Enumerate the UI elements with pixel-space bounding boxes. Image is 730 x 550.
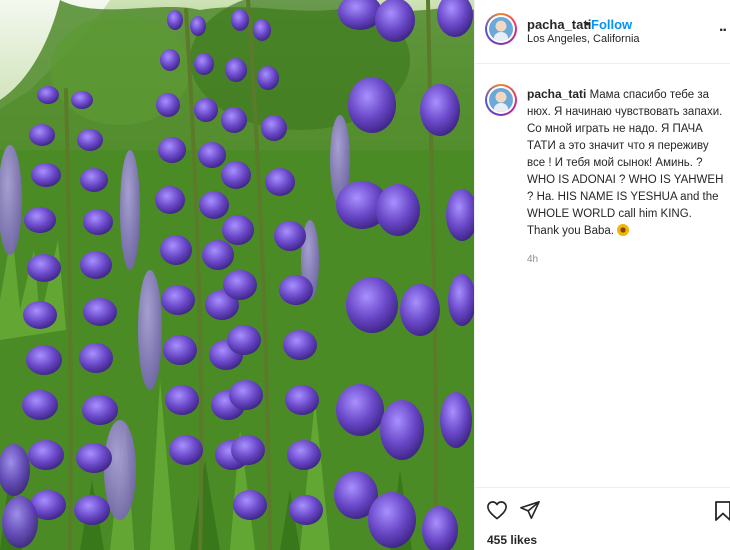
location-link[interactable]: Los Angeles, California (527, 33, 640, 45)
more-options-icon[interactable]: .. (719, 18, 727, 36)
avatar[interactable] (485, 13, 517, 45)
caption-text: Мама спасибо тебе за нюх. Я начинаю чувс… (527, 89, 724, 237)
sunflower-emoji-icon (617, 224, 630, 236)
bookmark-icon[interactable] (714, 500, 730, 527)
post-header: pacha_tati • Follow Los Angeles, Califor… (475, 0, 730, 64)
share-icon[interactable] (519, 500, 541, 525)
caption-username[interactable]: pacha_tati (527, 87, 586, 101)
post-side-panel: pacha_tati • Follow Los Angeles, Califor… (474, 0, 730, 550)
avatar-ring (487, 15, 515, 43)
avatar-image (489, 88, 513, 112)
username-link[interactable]: pacha_tati (527, 17, 591, 32)
heart-icon[interactable] (486, 500, 508, 525)
post-photo[interactable] (0, 0, 474, 550)
caption-avatar[interactable] (485, 84, 517, 116)
action-bar: 455 likes (475, 487, 730, 550)
caption: pacha_tati Мама спасибо тебе за нюх. Я н… (527, 86, 725, 240)
likes-count[interactable]: 455 likes (487, 533, 537, 547)
avatar-ring (487, 86, 515, 114)
follow-button[interactable]: Follow (591, 17, 632, 32)
post-timestamp[interactable]: 4h (527, 254, 538, 265)
avatar-image (489, 17, 513, 41)
lupine-flowers-image (0, 0, 474, 550)
separator-dot: • (585, 16, 590, 31)
